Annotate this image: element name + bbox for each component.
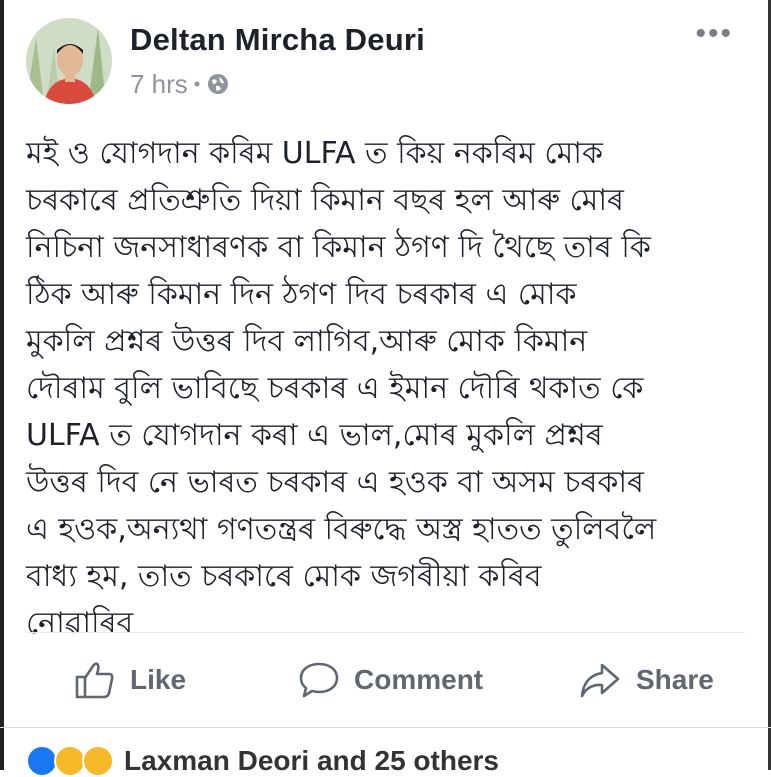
divider xyxy=(26,632,745,633)
share-button[interactable]: Share xyxy=(578,650,714,710)
share-arrow-icon xyxy=(580,663,620,698)
reactions-summary[interactable]: Laxman Deori and 25 others xyxy=(26,745,500,777)
post-body: মই ও যোগদান কৰিম ULFA ত কিয় নকৰিম মোক চ… xyxy=(26,136,657,641)
like-button[interactable]: Like xyxy=(74,650,186,710)
comment-bubble-icon xyxy=(299,662,339,698)
reaction-count-text: Laxman Deori and 25 others xyxy=(124,745,500,776)
like-label: Like xyxy=(130,664,187,695)
divider xyxy=(0,727,771,728)
wow-reaction-icon xyxy=(82,745,114,777)
post-meta: 7 hrs • xyxy=(130,68,230,100)
post-header: Deltan Mircha Deuri 7 hrs • ••• xyxy=(26,18,751,108)
post-timestamp[interactable]: 7 hrs xyxy=(130,69,188,100)
author-name[interactable]: Deltan Mircha Deuri xyxy=(130,22,425,58)
meta-separator: • xyxy=(193,73,201,94)
comment-label: Comment xyxy=(354,664,484,695)
avatar-photo xyxy=(26,18,112,104)
avatar[interactable] xyxy=(26,18,112,104)
action-bar: Like Comment Share xyxy=(0,650,771,710)
share-label: Share xyxy=(636,664,714,695)
thumbs-up-icon xyxy=(75,662,114,699)
more-options-icon[interactable]: ••• xyxy=(695,19,733,49)
comment-button[interactable]: Comment xyxy=(298,650,483,710)
globe-icon xyxy=(206,72,230,96)
